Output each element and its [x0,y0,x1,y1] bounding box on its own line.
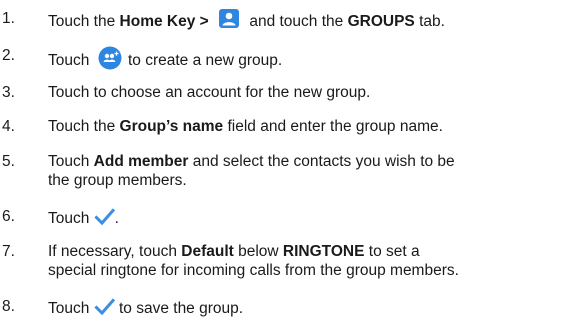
home-key-label: Home Key > [119,13,214,30]
checkmark-icon [93,207,115,227]
step-text: Touch to save the group. [48,297,576,318]
checkmark-icon [93,297,115,317]
step-number: 8. [2,298,15,315]
default-label: Default [181,243,234,260]
step-number: 4. [2,118,15,135]
step-text: Touch the Group’s name field and enter t… [48,118,443,135]
step-number: 5. [2,153,15,170]
contacts-app-icon [219,9,240,28]
group-name-label: Group’s name [119,118,224,135]
step-text: Touch . [48,207,576,228]
step-number: 1. [2,10,15,27]
step-text: Touch to choose an account for the new g… [48,84,371,101]
instruction-steps: 1. Touch the Home Key > and touch the GR… [0,0,580,328]
add-group-icon [98,46,122,70]
ringtone-label: RINGTONE [282,243,365,260]
step-text: If necessary, touch Default below RINGTO… [48,243,459,279]
step-number: 6. [2,208,15,225]
groups-tab-label: GROUPS [347,13,415,30]
step-text: Touch the Home Key > and touch the GROUP… [48,9,576,31]
step-text: Touch to create a new group. [48,46,576,70]
add-member-label: Add member [93,153,189,170]
step-number: 7. [2,243,15,260]
step-number: 2. [2,47,15,64]
step-number: 3. [2,84,15,101]
step-text: Touch Add member and select the contacts… [48,153,455,189]
